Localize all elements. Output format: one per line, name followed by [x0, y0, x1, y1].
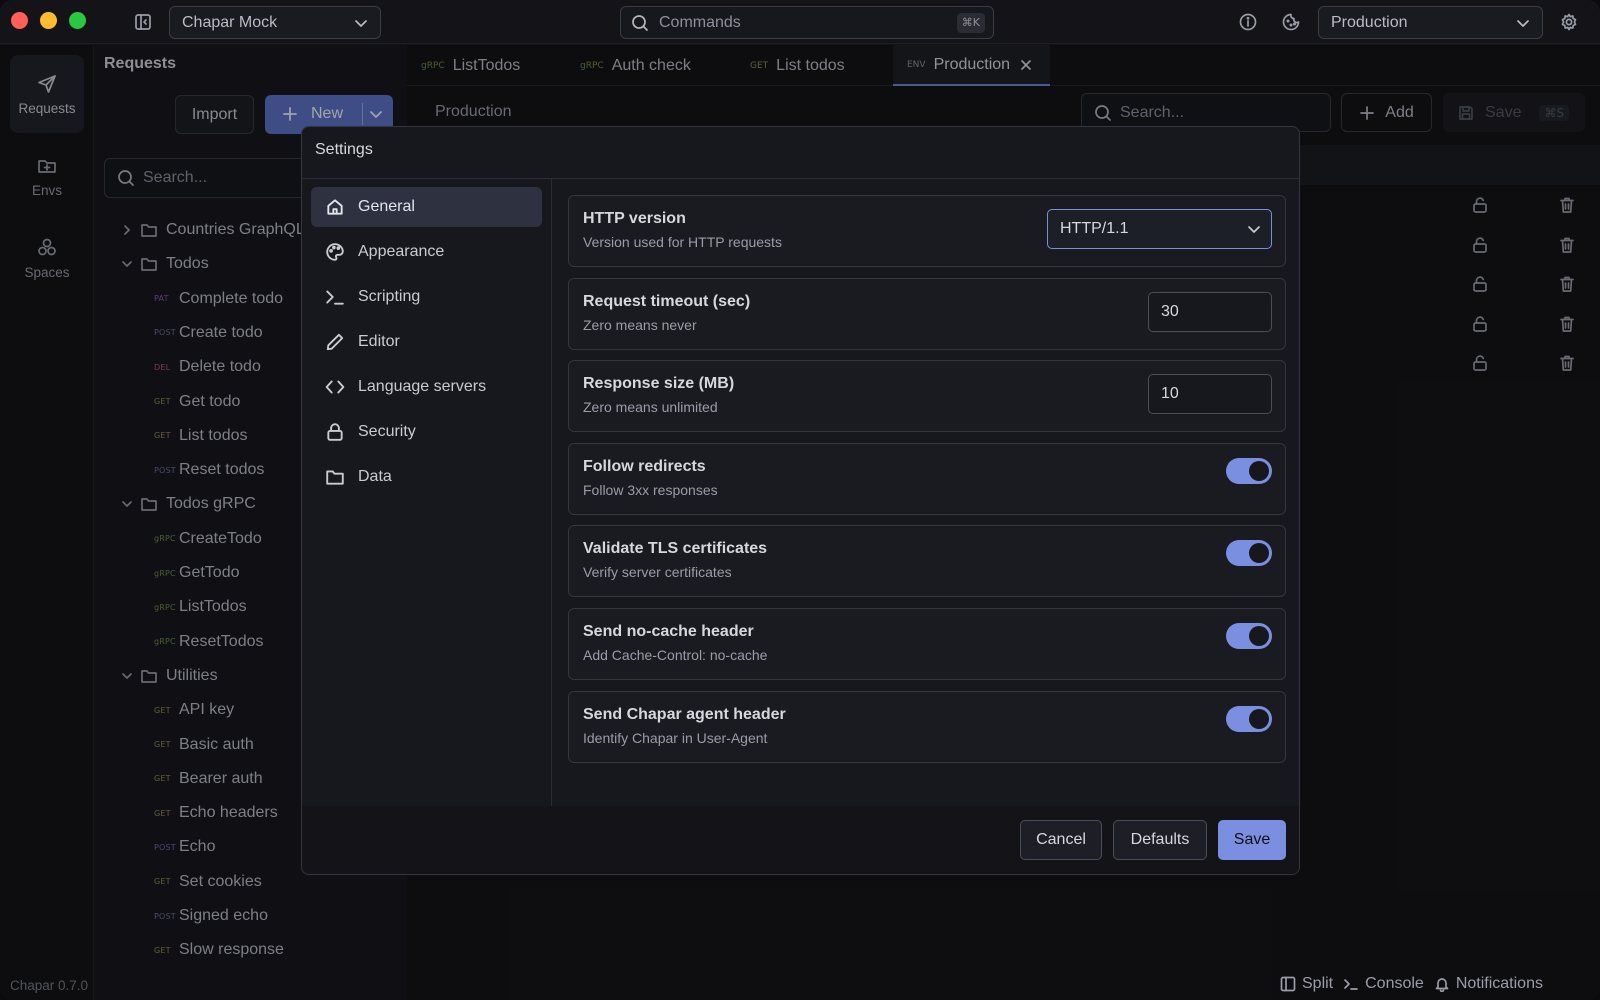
- info-icon[interactable]: [1239, 13, 1257, 31]
- setting-row: HTTP version Version used for HTTP reques…: [568, 195, 1286, 267]
- bell-icon: [1434, 976, 1450, 992]
- chevron-down-icon: [354, 16, 368, 30]
- gear-icon[interactable]: [1560, 13, 1578, 31]
- setting-description: Zero means unlimited: [583, 399, 718, 416]
- split-icon: [1280, 976, 1296, 992]
- lock-icon: [325, 422, 345, 442]
- setting-description: Add Cache-Control: no-cache: [583, 647, 768, 663]
- setting-row: Response size (MB) Zero means unlimited 10: [568, 360, 1286, 433]
- setting-description: Verify server certificates: [583, 564, 732, 581]
- cancel-button[interactable]: Cancel: [1020, 820, 1102, 860]
- setting-description: Identify Chapar in User-Agent: [583, 729, 768, 746]
- console-label: Console: [1365, 975, 1424, 992]
- setting-title: Follow redirects: [583, 457, 706, 475]
- setting-row: Send Chapar agent header Identify Chapar …: [568, 690, 1286, 763]
- settings-nav-label: Scripting: [358, 288, 421, 305]
- notifications-toggle[interactable]: Notifications: [1434, 975, 1543, 993]
- setting-row: Follow redirects Follow 3xx responses: [568, 442, 1286, 515]
- toggle-switch[interactable]: [1226, 623, 1272, 649]
- console-toggle[interactable]: Console: [1343, 975, 1424, 993]
- folder-icon: [325, 467, 345, 487]
- setting-description: Version used for HTTP requests: [583, 234, 782, 250]
- settings-nav-label: Appearance: [358, 243, 445, 260]
- setting-description: Zero means never: [583, 316, 697, 333]
- settings-nav-item[interactable]: Data: [311, 457, 542, 497]
- number-input[interactable]: 10: [1148, 374, 1272, 415]
- setting-row: Validate TLS certificates Verify server c…: [568, 525, 1286, 598]
- workspace-select[interactable]: Chapar Mock: [169, 6, 381, 39]
- close-window-button[interactable]: [11, 12, 28, 29]
- command-placeholder: Commands: [659, 13, 741, 31]
- setting-title: Response size (MB): [583, 375, 735, 393]
- split-label: Split: [1302, 975, 1334, 992]
- settings-nav-label: Language servers: [358, 378, 487, 395]
- split-toggle[interactable]: Split: [1280, 975, 1333, 993]
- setting-description: Follow 3xx responses: [583, 481, 718, 498]
- toggle-knob: [1249, 543, 1269, 564]
- setting-title: Validate TLS certificates: [583, 540, 768, 558]
- minimize-window-button[interactable]: [40, 12, 57, 29]
- toggle-switch[interactable]: [1226, 457, 1272, 484]
- settings-title: Settings: [315, 141, 373, 158]
- toggle-knob: [1249, 708, 1269, 729]
- terminal-icon: [325, 287, 345, 307]
- setting-title: HTTP version: [583, 210, 686, 227]
- defaults-button[interactable]: Defaults: [1113, 820, 1207, 860]
- pencil-icon: [325, 332, 345, 352]
- app-window: Chapar Mock Commands ⌘K Production Reque…: [0, 0, 1600, 1000]
- settings-nav-label: Editor: [358, 333, 400, 350]
- settings-nav-item[interactable]: Editor: [311, 322, 542, 362]
- settings-footer: Cancel Defaults Save: [302, 806, 1299, 874]
- workspace-name: Chapar Mock: [182, 13, 278, 31]
- setting-title: Send Chapar agent header: [583, 705, 786, 723]
- number-input[interactable]: 30: [1148, 291, 1272, 332]
- select-value: HTTP/1.1: [1060, 220, 1129, 237]
- theme-icon[interactable]: [1282, 13, 1300, 31]
- search-icon: [631, 14, 649, 32]
- settings-nav-item[interactable]: Language servers: [311, 367, 542, 407]
- status-bar: Split Console Notifications: [1280, 974, 1543, 994]
- toggle-sidebar-icon[interactable]: [134, 13, 152, 31]
- toggle-switch[interactable]: [1226, 540, 1272, 567]
- code-icon: [325, 377, 345, 397]
- title-bar: Chapar Mock Commands ⌘K Production: [0, 0, 1600, 44]
- settings-nav-item[interactable]: Security: [311, 412, 542, 452]
- settings-nav-item[interactable]: General: [311, 187, 542, 227]
- toggle-knob: [1249, 460, 1269, 481]
- palette-icon: [325, 242, 345, 262]
- http-version-select[interactable]: HTTP/1.1: [1047, 209, 1272, 249]
- settings-nav-label: General: [358, 198, 415, 215]
- setting-title: Request timeout (sec): [583, 292, 751, 310]
- settings-nav-label: Data: [358, 468, 392, 485]
- home-icon: [325, 197, 345, 217]
- terminal-icon: [1343, 976, 1359, 992]
- setting-row: Request timeout (sec) Zero means never 30: [568, 277, 1286, 350]
- settings-nav-item[interactable]: Appearance: [311, 232, 542, 272]
- save-button[interactable]: Save: [1218, 820, 1286, 860]
- notifications-label: Notifications: [1455, 975, 1543, 992]
- command-palette[interactable]: Commands ⌘K: [620, 6, 994, 39]
- toggle-switch[interactable]: [1226, 705, 1272, 732]
- settings-nav: General Appearance Scripting Editor Language…: [302, 179, 552, 874]
- setting-title: Send no-cache header: [583, 623, 754, 640]
- command-shortcut: ⌘K: [956, 13, 985, 33]
- settings-content: HTTP version Version used for HTTP reques…: [553, 179, 1299, 874]
- setting-row: Send no-cache header Add Cache-Control: n…: [568, 608, 1286, 680]
- maximize-window-button[interactable]: [69, 12, 86, 29]
- settings-nav-item[interactable]: Scripting: [311, 277, 542, 317]
- settings-dialog: Settings General Appearance Scripting Edito…: [301, 126, 1300, 875]
- chevron-down-icon: [1247, 222, 1261, 236]
- environment-select[interactable]: Production: [1318, 6, 1543, 39]
- settings-nav-label: Security: [358, 423, 416, 440]
- toggle-knob: [1249, 626, 1269, 646]
- chevron-down-icon: [1516, 16, 1530, 30]
- environment-name: Production: [1331, 13, 1408, 31]
